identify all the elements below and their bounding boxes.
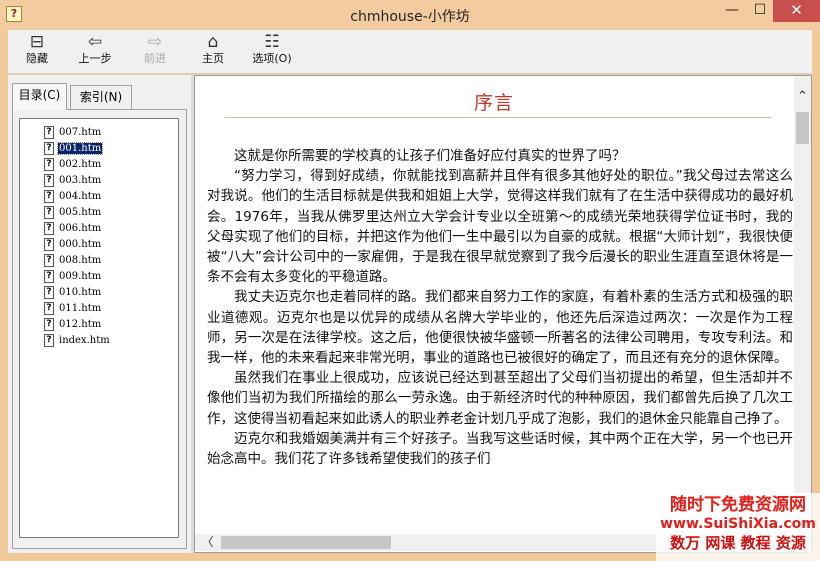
scroll-up-icon[interactable]: ⌃	[794, 88, 811, 105]
home-button[interactable]: ⌂ 主页	[190, 32, 236, 72]
tree-item-selected[interactable]: ? 001.htm	[20, 140, 178, 156]
hide-pane-icon: ⊟	[29, 32, 45, 52]
help-page-icon: ?	[44, 189, 54, 203]
watermark-title: 随时下免费资源网	[670, 495, 806, 515]
tree-item[interactable]: ? 011.htm	[20, 300, 178, 316]
paragraph: 虽然我们在事业上很成功，应该说已经达到甚至超出了父母们当初提出的希望，但生活却并…	[207, 370, 793, 427]
back-arrow-icon: ⇦	[87, 32, 103, 52]
back-label: 上一步	[78, 52, 112, 65]
document-title: 序言	[473, 92, 514, 114]
tree-item[interactable]: ? 004.htm	[20, 188, 178, 204]
tree-item-label: 008.htm	[59, 254, 102, 266]
forward-button[interactable]: ⇨ 前进	[132, 32, 178, 72]
tree-item[interactable]: ? 008.htm	[20, 252, 178, 268]
hide-label: 隐藏	[26, 52, 48, 65]
watermark-url: www.SuiShiXia.com	[660, 516, 816, 532]
tree-item-label: index.htm	[59, 334, 110, 346]
help-page-icon: ?	[44, 301, 54, 315]
tree-item-label: 000.htm	[59, 238, 102, 250]
maximize-button[interactable]: ☐	[746, 0, 774, 22]
options-label: 选项(O)	[252, 52, 292, 65]
paragraph: 我丈夫迈克尔也走着同样的路。我们都来自努力工作的家庭，有着朴素的生活方式和极强的…	[207, 289, 793, 367]
help-page-icon: ?	[44, 253, 54, 267]
help-page-icon: ?	[44, 285, 54, 299]
contents-tree: ? 007.htm ? 001.htm ? 002.htm ? 003.htm ? 004…	[19, 118, 179, 538]
tree-item[interactable]: ? 010.htm	[20, 284, 178, 300]
tree-item[interactable]: ? 003.htm	[20, 172, 178, 188]
options-button[interactable]: ☷ 选项(O)	[246, 32, 298, 72]
help-page-icon: ?	[44, 333, 54, 347]
help-page-icon: ?	[44, 141, 54, 155]
help-page-icon: ?	[44, 269, 54, 283]
tree-item[interactable]: ? 007.htm	[20, 124, 178, 140]
vertical-scrollbar[interactable]: ⌃	[794, 76, 811, 552]
tree-item-label: 007.htm	[59, 126, 102, 138]
forward-label: 前进	[144, 52, 166, 65]
tree-item-label: 010.htm	[59, 286, 102, 298]
back-button[interactable]: ⇦ 上一步	[72, 32, 118, 72]
tree-item-label: 003.htm	[59, 174, 102, 186]
watermark-tagline: 数万 网课 教程 资源	[670, 534, 806, 552]
forward-arrow-icon: ⇨	[147, 32, 163, 52]
title-divider	[225, 117, 771, 118]
help-page-icon: ?	[44, 173, 54, 187]
vertical-scroll-thumb[interactable]	[796, 112, 809, 144]
paragraph: “努力学习，得到好成绩，你就能找到高薪并且伴有很多其他好处的职位。”我父母过去常…	[207, 168, 793, 286]
home-label: 主页	[202, 52, 224, 65]
navigation-pane: 目录(C) 索引(N) ? 007.htm ? 001.htm ? 002.htm ?…	[8, 75, 191, 553]
help-page-icon: ?	[44, 317, 54, 331]
tree-item[interactable]: ? 006.htm	[20, 220, 178, 236]
tree-item-label: 006.htm	[59, 222, 102, 234]
tree-item-label: 009.htm	[59, 270, 102, 282]
tree-item-label: 011.htm	[59, 302, 102, 314]
hide-button[interactable]: ⊟ 隐藏	[14, 32, 60, 72]
window-title: chmhouse-小作坊	[350, 9, 470, 25]
home-icon: ⌂	[207, 32, 219, 52]
tree-item[interactable]: ? 005.htm	[20, 204, 178, 220]
tree-item[interactable]: ? 002.htm	[20, 156, 178, 172]
options-icon: ☷	[264, 32, 280, 52]
tab-index[interactable]: 索引(N)	[70, 85, 132, 109]
tree-item[interactable]: ? 009.htm	[20, 268, 178, 284]
help-page-icon: ?	[44, 125, 54, 139]
site-watermark: 随时下免费资源网 www.SuiShiXia.com 数万 网课 教程 资源	[656, 493, 820, 561]
tree-item-label: 012.htm	[59, 318, 102, 330]
help-page-icon: ?	[44, 157, 54, 171]
tree-item-label: 005.htm	[59, 206, 102, 218]
content-pane: 序言 这就是你所需要的学校真的让孩子们准备好应付真实的世界了吗？ “努力学习，得…	[194, 75, 812, 553]
tree-item[interactable]: ? 012.htm	[20, 316, 178, 332]
tree-item-label: 004.htm	[59, 190, 102, 202]
tree-item-label: 002.htm	[59, 158, 102, 170]
document-body: 这就是你所需要的学校真的让孩子们准备好应付真实的世界了吗？ “努力学习，得到好成…	[207, 146, 793, 469]
paragraph: 迈克尔和我婚姻美满并有三个好孩子。当我写这些话时候，其中两个正在大学，另一个也已…	[207, 430, 793, 468]
scroll-left-icon[interactable]: 〈	[199, 534, 216, 551]
horizontal-scroll-thumb[interactable]	[221, 536, 391, 549]
minimize-button[interactable]: —	[718, 0, 746, 22]
help-page-icon: ?	[44, 221, 54, 235]
tab-contents[interactable]: 目录(C)	[12, 83, 67, 110]
tree-item[interactable]: ? index.htm	[20, 332, 178, 348]
close-button[interactable]: ✕	[773, 0, 820, 22]
tree-item[interactable]: ? 000.htm	[20, 236, 178, 252]
title-bar: ? chmhouse-小作坊 — ☐ ✕	[0, 0, 820, 30]
toolbar: ⊟ 隐藏 ⇦ 上一步 ⇨ 前进 ⌂ 主页 ☷ 选项(O)	[8, 30, 812, 74]
paragraph: 这就是你所需要的学校真的让孩子们准备好应付真实的世界了吗？	[234, 148, 626, 164]
tab-panel: ? 007.htm ? 001.htm ? 002.htm ? 003.htm ? 004…	[12, 109, 187, 549]
tree-item-label: 001.htm	[56, 141, 104, 155]
help-page-icon: ?	[44, 237, 54, 251]
help-page-icon: ?	[44, 205, 54, 219]
